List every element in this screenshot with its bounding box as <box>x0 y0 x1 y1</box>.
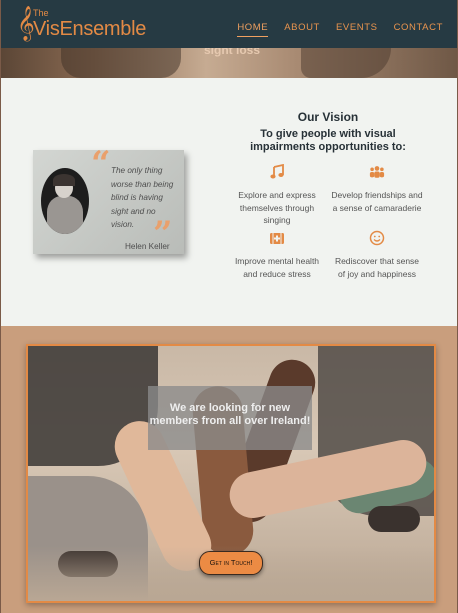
feature-text: Explore and express themselves through s… <box>238 190 316 225</box>
medical-kit-icon <box>270 233 284 244</box>
music-note-icon <box>270 163 284 179</box>
feature-item: Improve mental health and reduce stress <box>231 230 323 280</box>
open-quote-icon: “ <box>91 144 111 184</box>
quote-card: “ The only thing worse than being blind … <box>33 144 184 254</box>
feature-text: Improve mental health and reduce stress <box>234 256 320 279</box>
hero-shadow-shape <box>301 48 391 78</box>
feature-item: Develop friendships and a sense of camar… <box>331 164 423 214</box>
nav-home[interactable]: HOME <box>237 22 269 37</box>
nav-contact[interactable]: CONTACT <box>394 22 443 37</box>
quote-author: Helen Keller <box>125 242 170 251</box>
feature-item: Rediscover that sense of joy and happine… <box>331 230 423 280</box>
nav-events[interactable]: EVENTS <box>336 22 378 37</box>
feature-text: Develop friendships and a sense of camar… <box>331 190 423 213</box>
logo-name: VisEnsemble <box>33 18 147 40</box>
smiley-face-icon <box>369 230 385 246</box>
feature-item: Explore and express themselves through s… <box>231 163 323 227</box>
get-in-touch-button[interactable]: Get in Touch! <box>199 551 263 575</box>
vision-subtitle: To give people with visual impairments o… <box>250 128 406 153</box>
recruit-text: We are looking for new members from all … <box>149 402 311 427</box>
site-logo[interactable]: 𝄞 The VisEnsemble <box>17 6 147 44</box>
hero-shadow-shape <box>61 48 181 78</box>
feature-text: Rediscover that sense of joy and happine… <box>334 256 420 279</box>
nav-about[interactable]: ABOUT <box>284 22 320 37</box>
vision-title: Our Vision <box>297 110 359 124</box>
people-group-icon <box>369 166 385 178</box>
hero-image-strip: sight loss <box>1 48 457 78</box>
logo-the: The <box>33 8 49 18</box>
main-nav: HOME ABOUT EVENTS CONTACT <box>237 22 443 37</box>
site-header: 𝄞 The VisEnsemble HOME ABOUT EVENTS CONT… <box>1 0 457 48</box>
hero-caption: sight loss <box>204 48 261 57</box>
helen-keller-portrait <box>41 168 89 234</box>
